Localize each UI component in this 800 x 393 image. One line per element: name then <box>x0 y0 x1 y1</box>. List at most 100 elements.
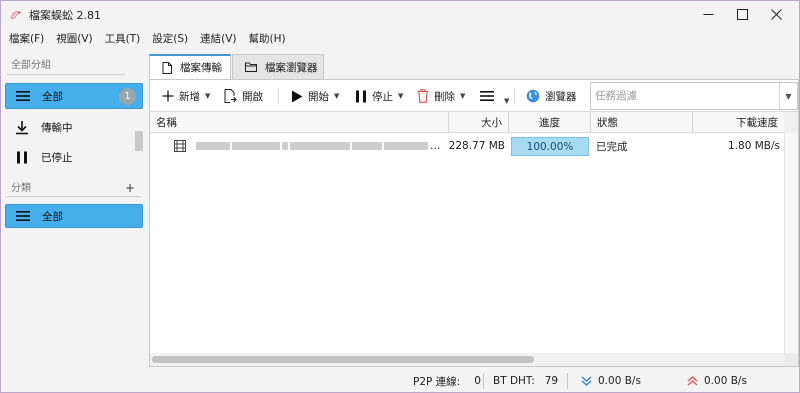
scroll-corner <box>784 353 798 366</box>
menu-bar: 檔案(F) 視圖(V) 工具(T) 設定(S) 連結(V) 幫助(H) <box>1 28 799 48</box>
scrollbar-thumb[interactable] <box>152 356 534 363</box>
add-category-button[interactable]: + <box>125 181 135 195</box>
film-icon <box>174 135 186 157</box>
status-bar: P2P 連線: 0 BT DHT: 79 0.00 B/s 0.00 B/s <box>1 369 799 392</box>
download-speed: 1.80 MB/s <box>728 140 780 152</box>
menu-tools[interactable]: 工具(T) <box>105 31 141 46</box>
chevron-down-icon: ▼ <box>504 97 510 105</box>
document-icon <box>162 61 172 74</box>
divider <box>7 74 125 75</box>
stop-label: 停止 <box>372 90 393 103</box>
dht-value: 79 <box>544 375 559 387</box>
chevron-down-icon: ▼ <box>334 92 340 100</box>
menu-settings[interactable]: 設定(S) <box>152 31 188 46</box>
toolbar-divider <box>514 88 515 104</box>
stop-button[interactable]: 停止 ▼ <box>355 85 403 107</box>
download-arrows-icon <box>581 376 592 386</box>
plus-icon <box>162 90 174 102</box>
new-label: 新增 <box>179 90 200 103</box>
close-button[interactable] <box>753 1 799 28</box>
toolbar-divider <box>278 88 279 104</box>
tab-label: 檔案瀏覽器 <box>265 61 318 74</box>
sidebar-item-label: 傳輸中 <box>41 121 73 134</box>
delete-button[interactable]: 刪除 ▼ <box>417 85 465 107</box>
sidebar-item-all[interactable]: 全部 1 <box>5 83 143 109</box>
download-speed-value: 0.00 B/s <box>598 375 641 387</box>
divider <box>7 196 141 197</box>
column-header-status[interactable]: 狀態 <box>591 112 693 133</box>
window-title: 檔案蜈蚣 2.81 <box>29 9 101 22</box>
menu-view[interactable]: 視圖(V) <box>56 31 92 46</box>
p2p-label: P2P 連線: <box>413 375 461 388</box>
vertical-scrollbar[interactable] <box>784 133 798 353</box>
sidebar-item-label: 全部 <box>42 90 63 103</box>
sidebar-item-downloading[interactable]: 傳輸中 <box>5 114 143 140</box>
app-window: 檔案蜈蚣 2.81 檔案(F) 視圖(V) 工具(T) 設定(S) 連結(V) … <box>0 0 800 393</box>
browser-label: 瀏覽器 <box>545 90 577 103</box>
task-filter[interactable]: ▼ <box>590 82 798 110</box>
progress-text: 100.00% <box>526 140 574 153</box>
horizontal-scrollbar[interactable] <box>150 353 784 366</box>
column-header-size[interactable]: 大小 <box>449 112 509 133</box>
sidebar: 全部分組 全部 1 傳輸中 已停止 分類 + 全部 <box>1 51 147 371</box>
download-icon <box>13 118 31 136</box>
menu-file[interactable]: 檔案(F) <box>9 31 44 46</box>
centipede-logo-icon <box>9 7 23 21</box>
browser-button[interactable]: 瀏覽器 <box>526 85 577 107</box>
header-scroll-corner <box>784 112 798 133</box>
p2p-connections: P2P 連線: 0 <box>413 369 481 392</box>
list-icon <box>14 207 32 225</box>
sidebar-item-stopped[interactable]: 已停止 <box>5 144 143 170</box>
start-button[interactable]: 開始 ▼ <box>291 85 339 107</box>
total-upload-speed: 0.00 B/s <box>687 369 747 392</box>
open-file-icon <box>224 89 237 103</box>
chevron-down-icon: ▼ <box>205 92 211 100</box>
chevron-down-icon[interactable]: ▼ <box>779 83 797 109</box>
tab-file-transfer[interactable]: 檔案傳輸 <box>149 54 231 79</box>
status-divider <box>567 373 568 389</box>
chevron-down-icon: ▼ <box>460 92 466 100</box>
sidebar-item-label: 已停止 <box>41 151 73 164</box>
file-name-obscured: … <box>196 135 446 157</box>
start-label: 開始 <box>308 90 329 103</box>
category-item-all[interactable]: 全部 <box>5 204 143 228</box>
menu-help[interactable]: 幫助(H) <box>248 31 285 46</box>
upload-arrows-icon <box>687 376 698 386</box>
file-size: 228.77 MB <box>449 140 505 152</box>
total-download-speed: 0.00 B/s <box>581 369 641 392</box>
menu-links[interactable]: 連結(V) <box>200 31 236 46</box>
trash-icon <box>417 89 429 103</box>
dht-label: BT DHT: <box>493 375 535 387</box>
categories-label: 分類 <box>11 183 31 194</box>
status-text: 已完成 <box>596 140 628 153</box>
column-header-progress[interactable]: 進度 <box>509 112 591 133</box>
delete-label: 刪除 <box>434 90 455 103</box>
table-row[interactable]: … 228.77 MB 100.00% 已完成 1.80 MB/s <box>150 135 784 157</box>
chevron-down-icon: ▼ <box>398 92 404 100</box>
new-button[interactable]: 新增 ▼ <box>162 85 210 107</box>
pause-icon <box>355 90 367 103</box>
title-bar: 檔案蜈蚣 2.81 <box>1 1 799 28</box>
open-button[interactable]: 開啟 <box>224 85 263 107</box>
play-icon <box>291 90 303 103</box>
status-divider <box>483 373 484 389</box>
tab-file-browser[interactable]: 檔案瀏覽器 <box>232 54 324 79</box>
globe-icon <box>526 89 540 103</box>
list-icon <box>14 87 32 105</box>
open-label: 開啟 <box>242 90 263 103</box>
p2p-value: 0 <box>474 375 481 387</box>
column-header-speed[interactable]: 下載速度 <box>693 112 784 133</box>
all-groups-label: 全部分組 <box>11 60 51 71</box>
bt-dht: BT DHT: 79 <box>493 369 559 392</box>
progress-bar: 100.00% <box>511 137 589 156</box>
pause-icon <box>13 148 31 166</box>
more-menu-button[interactable]: ▼ <box>480 85 509 107</box>
tab-label: 檔案傳輸 <box>180 62 222 74</box>
table-header: 名稱 大小 進度 狀態 下載速度 <box>150 111 798 133</box>
task-filter-input[interactable] <box>595 87 775 105</box>
column-header-name[interactable]: 名稱 <box>150 112 449 133</box>
folder-icon <box>245 62 257 72</box>
file-name-ellipsis: … <box>430 140 441 152</box>
category-item-label: 全部 <box>42 210 63 223</box>
toolbar: 新增 ▼ 開啟 開始 ▼ 停止 ▼ 刪除 ▼ ▼ 瀏覽器 任務過濾 ▼ <box>150 80 798 111</box>
